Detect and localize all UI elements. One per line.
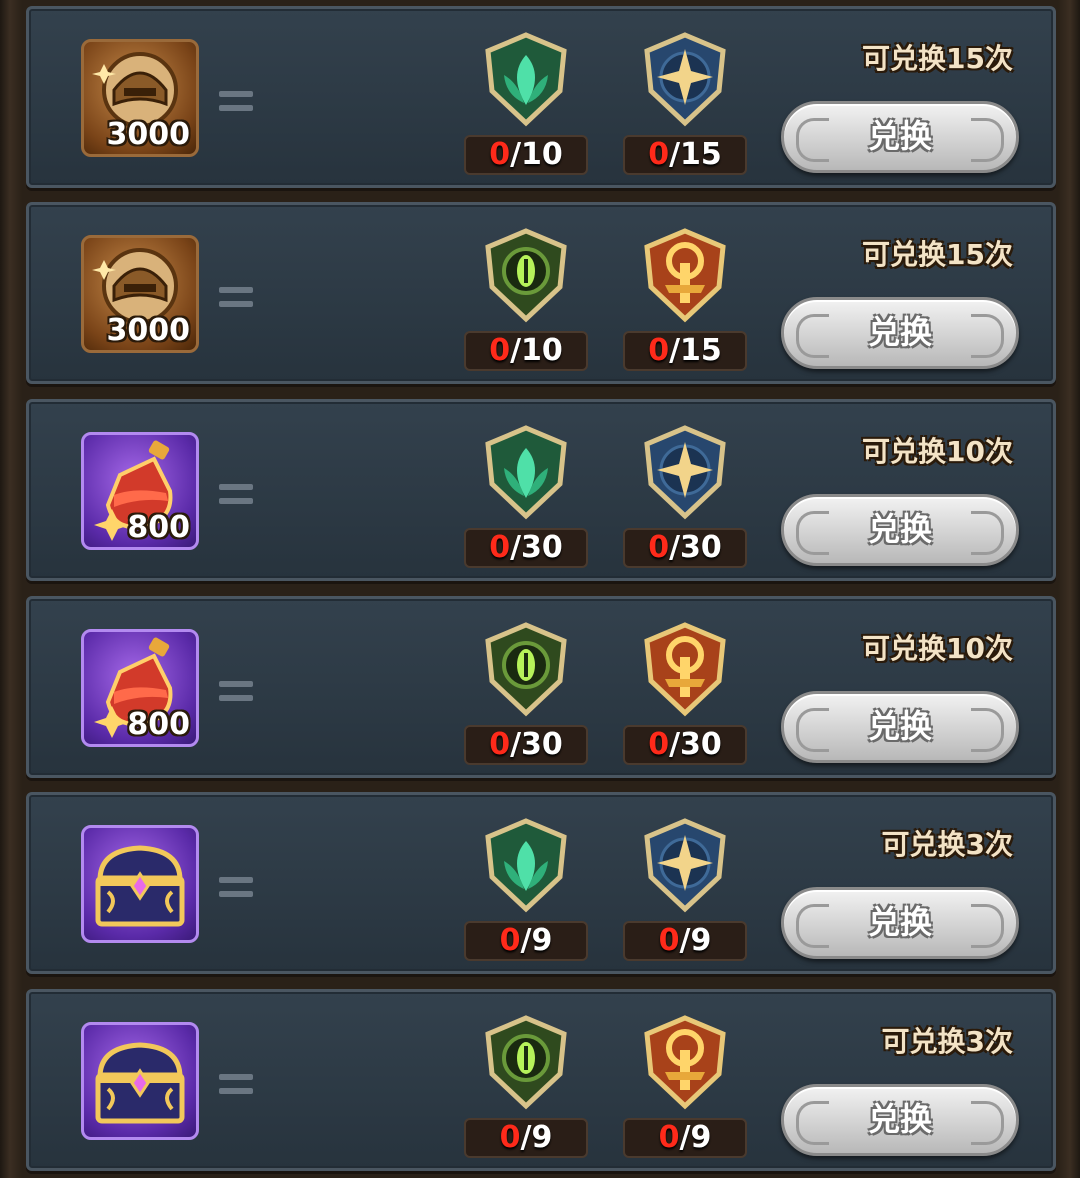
owned-count: 0	[658, 923, 680, 958]
gold-sword-emblem-icon	[644, 622, 726, 717]
treasure-chest-icon[interactable]	[81, 1022, 199, 1140]
red-potion-icon[interactable]: 800	[81, 432, 199, 550]
exchange-button[interactable]: 兑换	[781, 494, 1019, 566]
reward-quantity: 3000	[106, 117, 191, 152]
owned-count: 0	[648, 530, 670, 565]
exchange-button[interactable]: 兑换	[781, 101, 1019, 173]
owned-count: 0	[499, 1120, 521, 1155]
reward-quantity: 3000	[106, 313, 191, 348]
cost-item: 0/30	[621, 424, 751, 574]
exchange-row: 800 0/30 0/30 可兑换10次 兑换	[26, 399, 1056, 581]
green-leaf-emblem-icon	[485, 818, 567, 913]
exchange-button[interactable]: 兑换	[781, 297, 1019, 369]
treasure-chest-icon[interactable]	[81, 825, 199, 943]
red-potion-icon[interactable]: 800	[81, 629, 199, 747]
cost-item: 0/30	[621, 621, 751, 771]
exchange-row: 0/9 0/9 可兑换3次 兑换	[26, 989, 1056, 1171]
cost-item: 0/10	[462, 227, 592, 377]
blue-star-emblem-icon	[644, 425, 726, 520]
cost-counter: 0/9	[623, 1118, 747, 1158]
cost-item: 0/10	[462, 31, 592, 181]
blue-star-emblem-icon	[644, 32, 726, 127]
cost-counter: 0/9	[464, 1118, 588, 1158]
cost-item: 0/15	[621, 31, 751, 181]
cost-counter: 0/30	[623, 528, 747, 568]
exchange-limit-label: 可兑换3次	[881, 1025, 1013, 1058]
required-count: /9	[520, 1120, 553, 1155]
owned-count: 0	[489, 530, 511, 565]
cost-counter: 0/15	[623, 331, 747, 371]
cost-item: 0/15	[621, 227, 751, 377]
exchange-limit-label: 可兑换15次	[862, 238, 1013, 271]
owned-count: 0	[489, 333, 511, 368]
owned-count: 0	[499, 923, 521, 958]
owned-count: 0	[648, 727, 670, 762]
green-eye-emblem-icon	[485, 228, 567, 323]
equals-sign	[219, 482, 253, 506]
cost-counter: 0/9	[464, 921, 588, 961]
helmet-medallion-icon[interactable]: 3000	[81, 235, 199, 353]
helmet-medallion-icon[interactable]: 3000	[81, 39, 199, 157]
cost-counter: 0/15	[623, 135, 747, 175]
blue-star-emblem-icon	[644, 818, 726, 913]
required-count: /9	[679, 923, 712, 958]
required-count: /10	[510, 333, 563, 368]
cost-item: 0/30	[462, 621, 592, 771]
owned-count: 0	[648, 333, 670, 368]
green-eye-emblem-icon	[485, 1015, 567, 1110]
reward-quantity: 800	[127, 707, 190, 742]
gold-sword-emblem-icon	[644, 1015, 726, 1110]
required-count: /15	[669, 137, 722, 172]
green-leaf-emblem-icon	[485, 425, 567, 520]
required-count: /30	[510, 727, 563, 762]
cost-counter: 0/10	[464, 331, 588, 371]
equals-sign	[219, 875, 253, 899]
equals-sign	[219, 679, 253, 703]
cost-counter: 0/30	[464, 725, 588, 765]
exchange-limit-label: 可兑换3次	[881, 828, 1013, 861]
cost-item: 0/9	[621, 1014, 751, 1164]
owned-count: 0	[489, 137, 511, 172]
exchange-row: 0/9 0/9 可兑换3次 兑换	[26, 792, 1056, 974]
exchange-row: 3000 0/10 0/15 可兑换15次 兑换	[26, 6, 1056, 188]
owned-count: 0	[658, 1120, 680, 1155]
exchange-button[interactable]: 兑换	[781, 887, 1019, 959]
cost-counter: 0/9	[623, 921, 747, 961]
equals-sign	[219, 1072, 253, 1096]
green-leaf-emblem-icon	[485, 32, 567, 127]
exchange-row: 3000 0/10 0/15 可兑换15次 兑换	[26, 202, 1056, 384]
required-count: /30	[510, 530, 563, 565]
cost-item: 0/9	[462, 1014, 592, 1164]
cost-counter: 0/10	[464, 135, 588, 175]
exchange-button[interactable]: 兑换	[781, 691, 1019, 763]
cost-item: 0/30	[462, 424, 592, 574]
cost-item: 0/9	[621, 817, 751, 967]
cost-item: 0/9	[462, 817, 592, 967]
cost-counter: 0/30	[623, 725, 747, 765]
exchange-button[interactable]: 兑换	[781, 1084, 1019, 1156]
required-count: /9	[520, 923, 553, 958]
gold-sword-emblem-icon	[644, 228, 726, 323]
exchange-limit-label: 可兑换10次	[862, 435, 1013, 468]
equals-sign	[219, 89, 253, 113]
required-count: /10	[510, 137, 563, 172]
equals-sign	[219, 285, 253, 309]
required-count: /9	[679, 1120, 712, 1155]
required-count: /30	[669, 727, 722, 762]
exchange-limit-label: 可兑换10次	[862, 632, 1013, 665]
required-count: /30	[669, 530, 722, 565]
exchange-row: 800 0/30 0/30 可兑换10次 兑换	[26, 596, 1056, 778]
required-count: /15	[669, 333, 722, 368]
green-eye-emblem-icon	[485, 622, 567, 717]
owned-count: 0	[489, 727, 511, 762]
cost-counter: 0/30	[464, 528, 588, 568]
owned-count: 0	[648, 137, 670, 172]
exchange-limit-label: 可兑换15次	[862, 42, 1013, 75]
reward-quantity: 800	[127, 510, 190, 545]
